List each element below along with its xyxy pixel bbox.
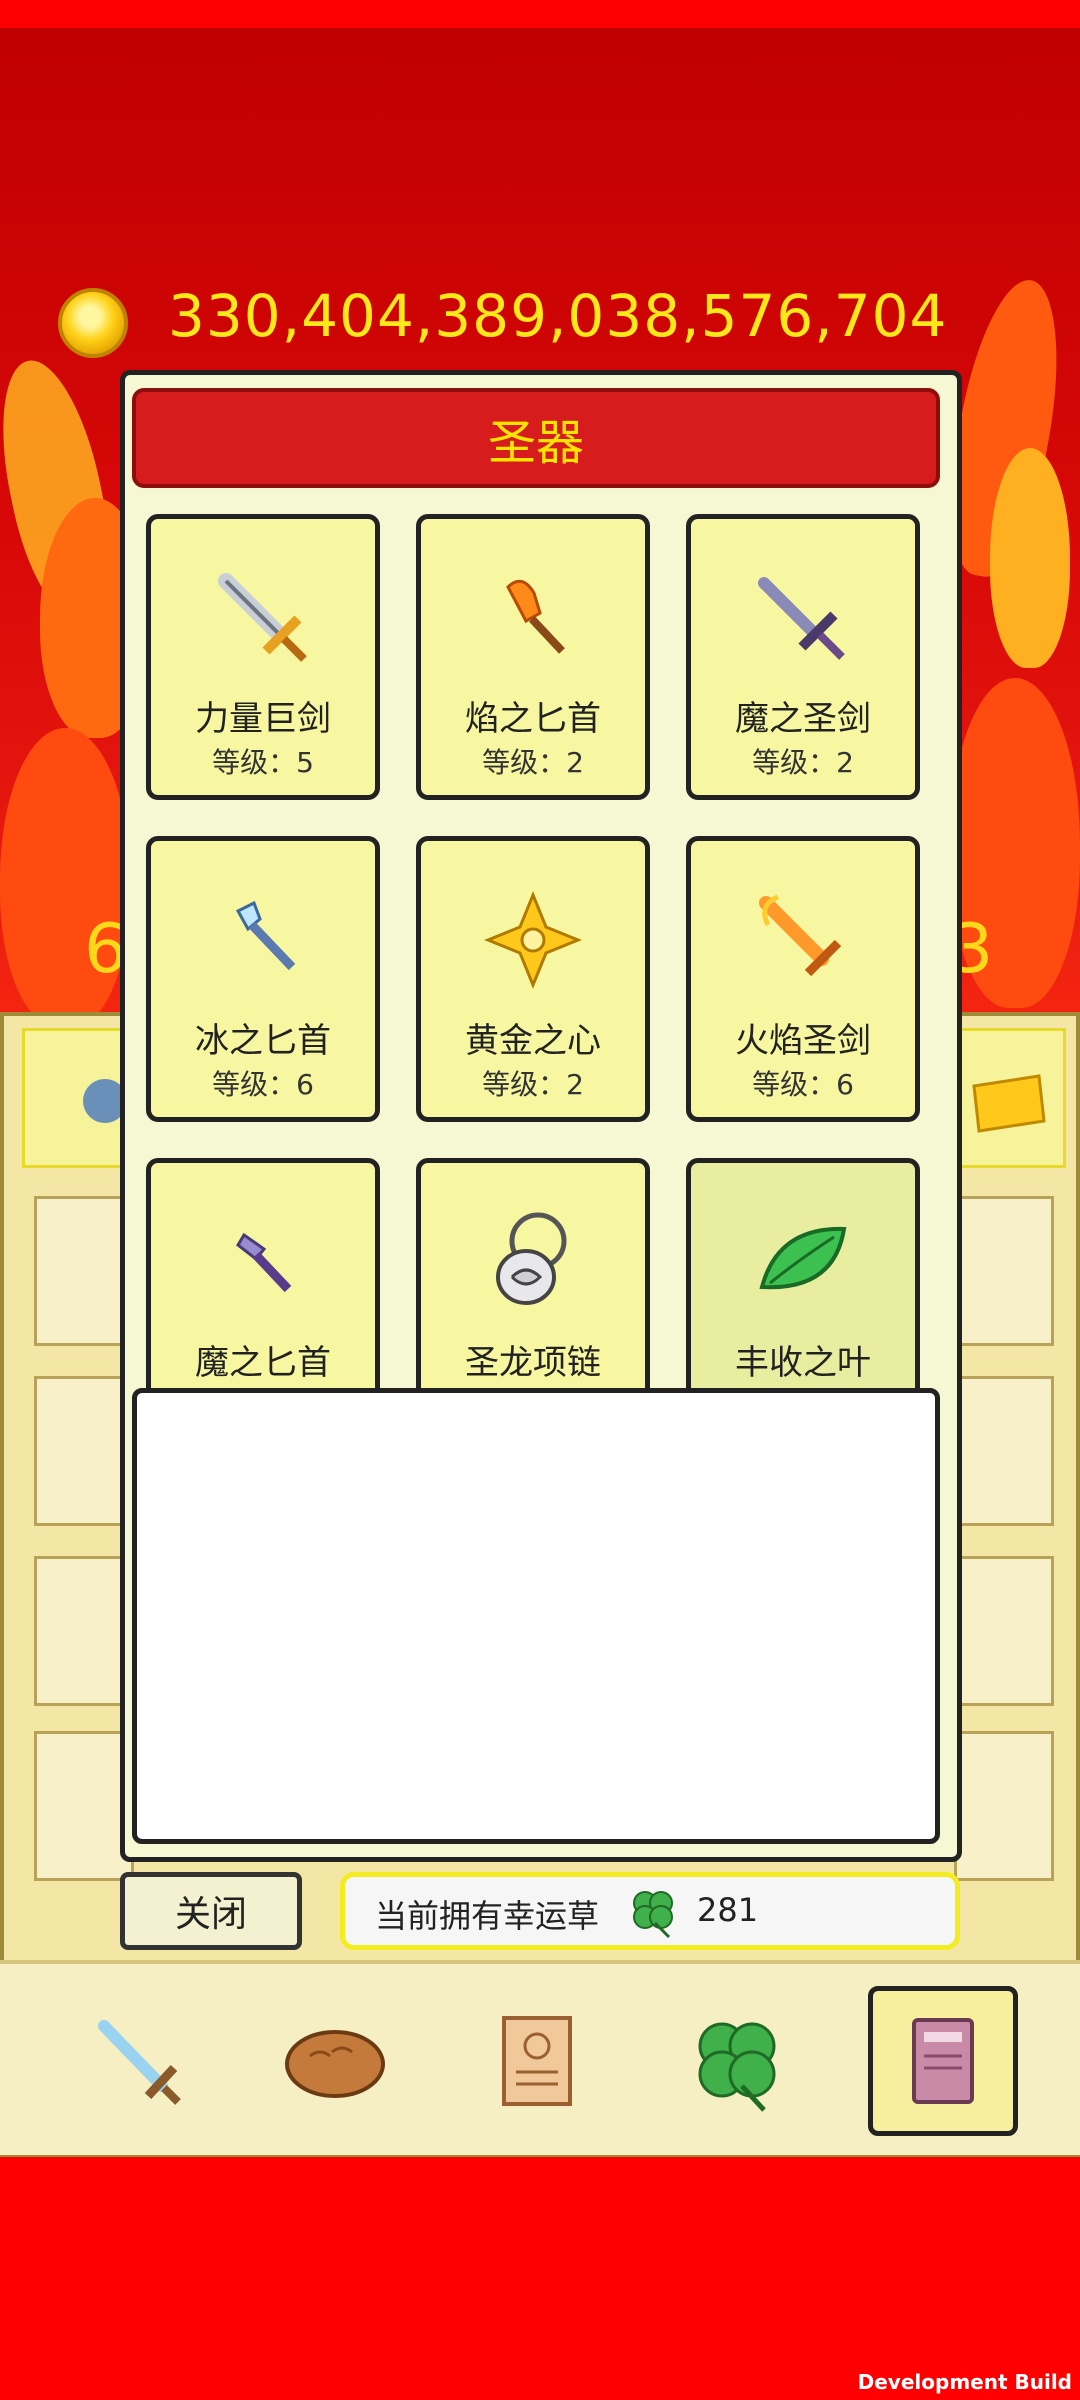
artifact-name: 圣龙项链: [465, 1343, 601, 1383]
clover-icon: [633, 1891, 673, 1939]
artifact-name: 力量巨剑: [195, 699, 331, 739]
artifact-card[interactable]: 黄金之心 等级：2: [416, 836, 650, 1122]
ice-dagger-icon: [235, 900, 296, 971]
bread-icon: [285, 2030, 385, 2098]
artifact-description-box: [132, 1388, 940, 1844]
nav-bread-button[interactable]: [260, 1986, 410, 2136]
artifact-name: 冰之匕首: [195, 1021, 331, 1061]
sword-icon: [98, 2020, 181, 2105]
artifact-card[interactable]: 火焰圣剑 等级：6: [686, 836, 920, 1122]
clover-label: 当前拥有幸运草: [375, 1897, 600, 1935]
great-sword-icon: [218, 573, 307, 662]
demon-holy-sword-icon: [758, 577, 845, 660]
artifact-level: 等级：2: [482, 1068, 584, 1101]
artifact-level: 等级：5: [212, 746, 314, 779]
scroll-icon: [502, 2016, 572, 2106]
artifact-level: 等级：6: [752, 1068, 854, 1101]
gold-amount: 330,404,389,038,576,704: [168, 282, 948, 350]
harvest-leaf-icon: [759, 1226, 847, 1290]
artifact-name: 丰收之叶: [735, 1343, 871, 1383]
artifact-level: 等级：2: [752, 746, 854, 779]
dialog-title: 圣器: [132, 388, 940, 488]
flame-dagger-icon: [506, 579, 565, 654]
list-tile[interactable]: [954, 1196, 1054, 1346]
artifact-card[interactable]: 冰之匕首 等级：6: [146, 836, 380, 1122]
nav-clover-button[interactable]: [662, 1986, 812, 2136]
artifact-name: 黄金之心: [465, 1021, 601, 1061]
artifact-level: 等级：2: [482, 746, 584, 779]
artifact-name: 魔之匕首: [195, 1343, 331, 1383]
clover-icon: [698, 2022, 776, 2112]
list-tile[interactable]: [34, 1731, 134, 1881]
list-tile[interactable]: [954, 1376, 1054, 1526]
nav-book-button[interactable]: [868, 1986, 1018, 2136]
demon-dagger-icon: [236, 1232, 292, 1293]
list-tile[interactable]: [954, 1556, 1054, 1706]
dragon-necklace-icon: [496, 1212, 567, 1305]
nav-scroll-button[interactable]: [462, 1986, 612, 2136]
list-tile[interactable]: [34, 1196, 134, 1346]
artifact-name: 魔之圣剑: [735, 699, 871, 739]
artifact-level: 等级：6: [212, 1068, 314, 1101]
clover-counter: 当前拥有幸运草 281: [340, 1872, 960, 1950]
bottom-nav: [0, 1960, 1080, 2155]
development-build-label: Development Build: [857, 2370, 1072, 2394]
clover-count: 281: [697, 1891, 759, 1929]
book-icon: [912, 2018, 974, 2104]
artifact-card[interactable]: 力量巨剑 等级：5: [146, 514, 380, 800]
artifact-name: 火焰圣剑: [735, 1021, 871, 1061]
list-tile[interactable]: [34, 1376, 134, 1526]
gold-coin-icon: [58, 288, 128, 358]
artifact-card[interactable]: 魔之圣剑 等级：2: [686, 514, 920, 800]
fire-holy-sword-icon: [759, 894, 842, 977]
golden-heart-icon: [484, 891, 582, 989]
artifact-name: 焰之匕首: [465, 699, 601, 739]
close-button[interactable]: 关闭: [120, 1872, 302, 1950]
artifact-card[interactable]: 焰之匕首 等级：2: [416, 514, 650, 800]
list-tile[interactable]: [34, 1556, 134, 1706]
bottom-backdrop: [0, 2150, 1080, 2400]
nav-sword-button[interactable]: [62, 1986, 212, 2136]
list-tile[interactable]: [954, 1731, 1054, 1881]
